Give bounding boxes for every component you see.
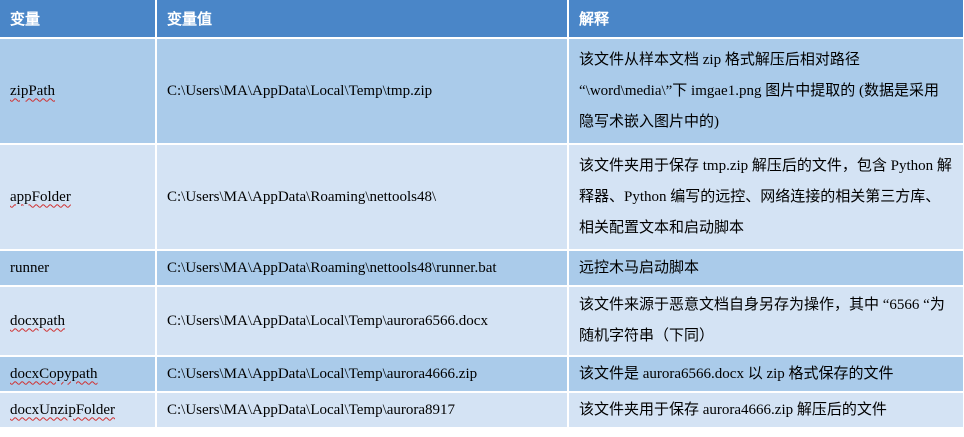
variable-value: C:\Users\MA\AppData\Roaming\nettools48\ xyxy=(156,144,569,251)
variable-value: C:\Users\MA\AppData\Local\Temp\aurora466… xyxy=(156,356,569,393)
variable-explanation: 该文件来源于恶意文档自身另存为操作，其中 “6566 “为随机字符串（下同） xyxy=(568,286,964,357)
variable-explanation: 该文件从样本文档 zip 格式解压后相对路径 “\word\media\”下 i… xyxy=(568,38,964,145)
variable-name: docxUnzipFolder xyxy=(0,392,157,429)
variable-name: zipPath xyxy=(0,38,157,145)
table-row: docxpath C:\Users\MA\AppData\Local\Temp\… xyxy=(0,286,964,357)
table-row: docxUnzipFolder C:\Users\MA\AppData\Loca… xyxy=(0,392,964,429)
variable-value: C:\Users\MA\AppData\Local\Temp\aurora656… xyxy=(156,286,569,357)
variable-name: docxCopypath xyxy=(0,356,157,393)
variable-explanation: 该文件是 aurora6566.docx 以 zip 格式保存的文件 xyxy=(568,356,964,393)
variable-value: C:\Users\MA\AppData\Roaming\nettools48\r… xyxy=(156,250,569,287)
header-value: 变量值 xyxy=(156,0,569,39)
header-explanation: 解释 xyxy=(568,0,964,39)
variable-explanation: 该文件夹用于保存 tmp.zip 解压后的文件，包含 Python 解释器、Py… xyxy=(568,144,964,251)
table-row: runner C:\Users\MA\AppData\Roaming\netto… xyxy=(0,250,964,287)
variable-name: docxpath xyxy=(0,286,157,357)
table-row: docxCopypath C:\Users\MA\AppData\Local\T… xyxy=(0,356,964,393)
variable-value: C:\Users\MA\AppData\Local\Temp\aurora891… xyxy=(156,392,569,429)
table-header-row: 变量 变量值 解释 xyxy=(0,0,964,39)
variable-name: runner xyxy=(0,250,157,287)
variables-table: 变量 变量值 解释 zipPath C:\Users\MA\AppData\Lo… xyxy=(0,0,964,429)
table-row: appFolder C:\Users\MA\AppData\Roaming\ne… xyxy=(0,144,964,251)
table-row: zipPath C:\Users\MA\AppData\Local\Temp\t… xyxy=(0,38,964,145)
variable-name: appFolder xyxy=(0,144,157,251)
variable-explanation: 远控木马启动脚本 xyxy=(568,250,964,287)
variable-explanation: 该文件夹用于保存 aurora4666.zip 解压后的文件 xyxy=(568,392,964,429)
header-variable: 变量 xyxy=(0,0,157,39)
variable-value: C:\Users\MA\AppData\Local\Temp\tmp.zip xyxy=(156,38,569,145)
